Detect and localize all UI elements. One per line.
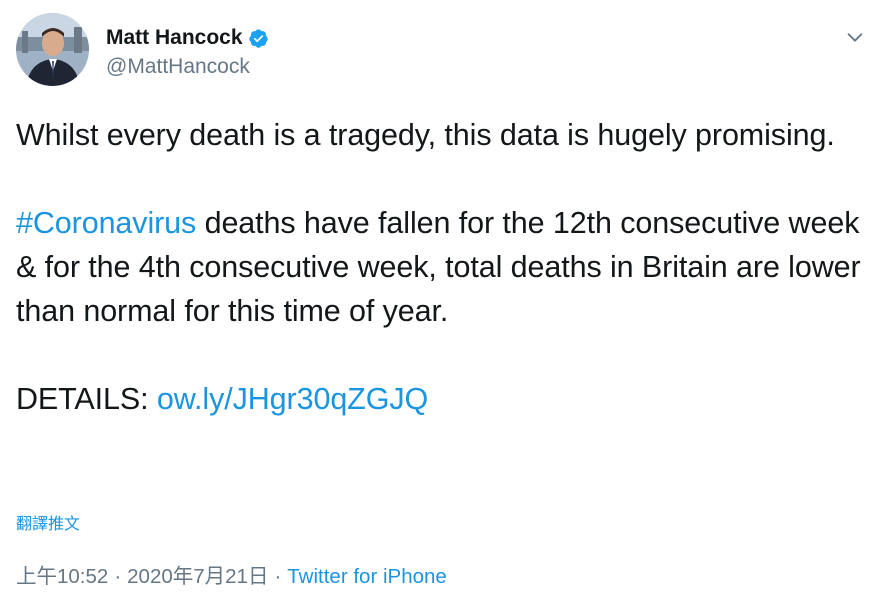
avatar-photo <box>16 13 89 86</box>
details-url-link[interactable]: ow.ly/JHgr30qZGJQ <box>157 382 428 416</box>
author-handle[interactable]: @MattHancock <box>106 53 250 81</box>
tweet-paragraph-3: DETAILS: ow.ly/JHgr30qZGJQ <box>16 377 876 421</box>
translate-tweet-link[interactable]: 翻譯推文 <box>16 515 80 535</box>
tweet-text: Whilst every death is a tragedy, this da… <box>16 113 876 421</box>
details-label: DETAILS: <box>16 382 157 416</box>
tweet-paragraph-1: Whilst every death is a tragedy, this da… <box>16 118 835 152</box>
tweet-date[interactable]: 2020年7月21日 <box>127 563 268 591</box>
verified-badge-icon <box>248 28 269 49</box>
tweet-metadata: 上午10:52 · 2020年7月21日 · Twitter for iPhon… <box>16 563 447 591</box>
tweet-time[interactable]: 上午10:52 <box>16 563 108 591</box>
hashtag-link[interactable]: #Coronavirus <box>16 206 196 240</box>
avatar[interactable] <box>16 13 89 86</box>
tweet-paragraph-2: #Coronavirus deaths have fallen for the … <box>16 201 876 333</box>
author-name-row[interactable]: Matt Hancock <box>106 24 269 52</box>
author-display-name[interactable]: Matt Hancock <box>106 24 243 52</box>
meta-separator: · <box>114 565 122 588</box>
meta-separator-2: · <box>274 565 282 588</box>
chevron-down-icon[interactable] <box>844 26 866 48</box>
tweet-card: Matt Hancock @MattHancock Whilst every d… <box>0 0 886 612</box>
tweet-source-link[interactable]: Twitter for iPhone <box>287 563 447 591</box>
